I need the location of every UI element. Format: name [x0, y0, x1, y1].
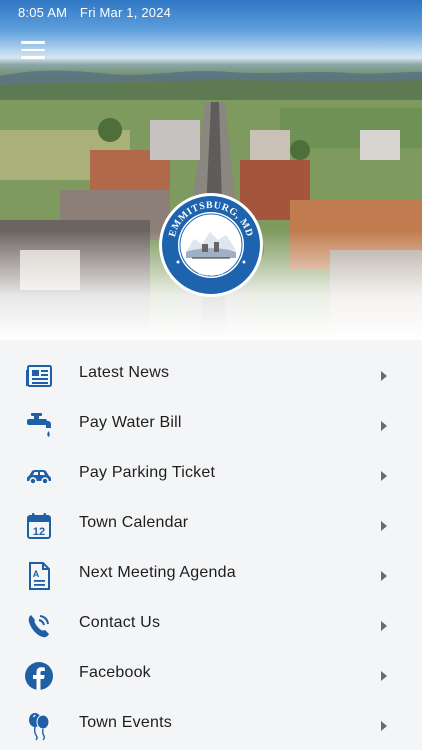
- status-date: Fri Mar 1, 2024: [79, 5, 172, 20]
- menu-item-town-events[interactable]: Town Events: [0, 700, 422, 750]
- menu-item-label: Pay Water Bill: [79, 414, 182, 431]
- chevron-right-icon: [381, 521, 387, 531]
- newspaper-icon: [26, 365, 52, 387]
- menu-item-contact-us[interactable]: Contact Us: [0, 600, 422, 650]
- town-seal-logo: EMMITSBURG, MD Est. 1785: [159, 193, 263, 297]
- menu-item-pay-water-bill[interactable]: Pay Water Bill: [0, 400, 422, 450]
- balloons-icon: [29, 713, 50, 741]
- svg-text:12: 12: [33, 526, 45, 538]
- phone-icon: [28, 615, 49, 638]
- menu-item-pay-parking-ticket[interactable]: Pay Parking Ticket: [0, 450, 422, 500]
- menu-item-label: Latest News: [79, 364, 170, 381]
- chevron-right-icon: [381, 471, 387, 481]
- menu-item-town-calendar[interactable]: 12 Town Calendar: [0, 500, 422, 550]
- menu-item-facebook[interactable]: Facebook: [0, 650, 422, 700]
- menu-item-label: Town Calendar: [79, 514, 189, 531]
- menu-item-label: Pay Parking Ticket: [79, 464, 216, 481]
- chevron-right-icon: [381, 621, 387, 631]
- status-bar: 8:05 AM Fri Mar 1, 2024: [18, 5, 171, 20]
- facebook-icon: [25, 662, 53, 690]
- main-menu-list: Latest News Pay Water Bill Pay Parking T…: [0, 340, 422, 750]
- document-icon: A: [29, 562, 50, 590]
- hero-banner: 8:05 AM Fri Mar 1, 2024 EMMITSBURG, MD E…: [0, 0, 422, 340]
- chevron-right-icon: [381, 371, 387, 381]
- car-icon: [27, 470, 51, 485]
- chevron-right-icon: [381, 721, 387, 731]
- svg-text:A: A: [33, 569, 40, 579]
- status-time: 8:05 AM: [18, 5, 68, 20]
- menu-item-label: Facebook: [79, 664, 151, 681]
- menu-item-label: Next Meeting Agenda: [79, 564, 236, 581]
- water-faucet-icon: [27, 413, 51, 437]
- menu-item-label: Town Events: [79, 714, 172, 731]
- menu-item-label: Contact Us: [79, 614, 161, 631]
- chevron-right-icon: [381, 571, 387, 581]
- chevron-right-icon: [381, 421, 387, 431]
- menu-item-latest-news[interactable]: Latest News: [0, 350, 422, 400]
- calendar-icon: 12: [27, 513, 51, 539]
- chevron-right-icon: [381, 671, 387, 681]
- hamburger-menu-icon[interactable]: [21, 41, 45, 61]
- menu-item-next-meeting-agenda[interactable]: A Next Meeting Agenda: [0, 550, 422, 600]
